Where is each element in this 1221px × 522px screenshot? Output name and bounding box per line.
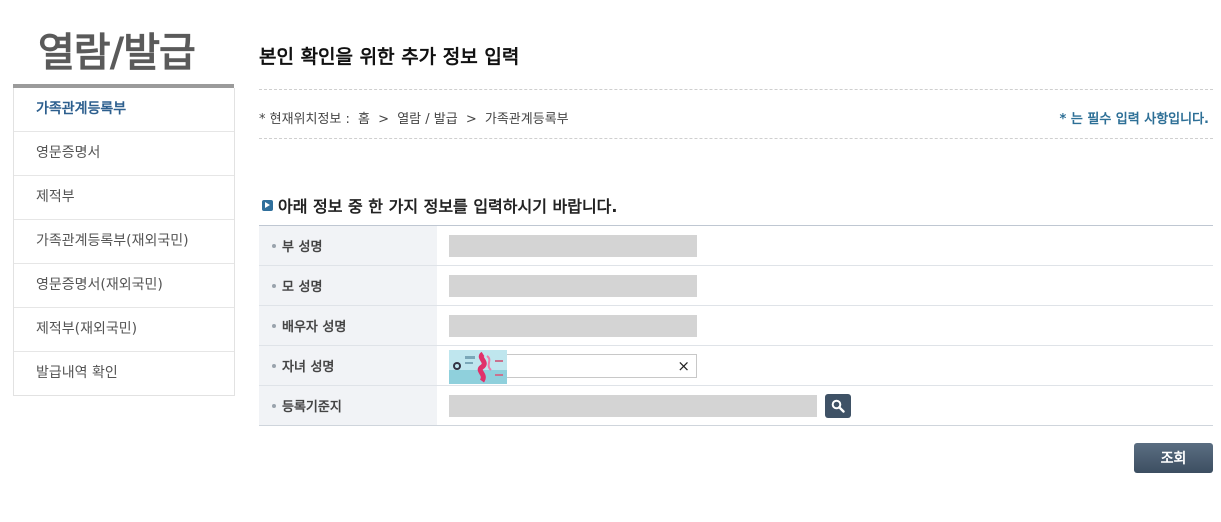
sidebar-item-english-certificate[interactable]: 영문증명서 xyxy=(14,131,234,175)
breadcrumb: * 현재위치정보 : 홈 > 열람 / 발급 > 가족관계등록부 xyxy=(259,108,573,127)
sidebar-item-english-certificate-overseas[interactable]: 영문증명서(재외국민) xyxy=(14,263,234,307)
form-row-registry: 등록기준지 xyxy=(259,386,1213,426)
form-row-spouse: 배우자 성명 xyxy=(259,306,1213,346)
child-name-label: 자녀 성명 xyxy=(282,360,335,375)
breadcrumb-separator: > xyxy=(465,112,477,127)
sidebar-item-removed-register-overseas[interactable]: 제적부(재외국민) xyxy=(14,307,234,351)
bullet-dot-icon xyxy=(272,243,276,248)
required-note: * 는 필수 입력 사항입니다. xyxy=(1059,112,1209,127)
registry-base-input[interactable] xyxy=(449,394,817,417)
sidebar-item-issuance-history[interactable]: 발급내역 확인 xyxy=(14,351,234,395)
form-row-father: 부 성명 xyxy=(259,226,1213,266)
spouse-name-input[interactable] xyxy=(449,314,697,337)
breadcrumb-prefix: * 현재위치정보 : xyxy=(259,112,350,127)
page-title: 본인 확인을 위한 추가 정보 입력 xyxy=(259,46,520,68)
submit-button[interactable]: 조회 xyxy=(1134,443,1213,473)
sidebar-item-family-register[interactable]: 가족관계등록부 xyxy=(14,88,234,131)
form-row-mother: 모 성명 xyxy=(259,266,1213,306)
info-form: 부 성명 모 성명 배우자 성명 자녀 성명 × 등록기준지 xyxy=(259,225,1213,426)
registry-base-label: 등록기준지 xyxy=(282,400,342,415)
sidebar-item-removed-register[interactable]: 제적부 xyxy=(14,175,234,219)
bullet-dot-icon xyxy=(272,283,276,288)
child-name-input[interactable]: × xyxy=(449,349,697,384)
bullet-dot-icon xyxy=(272,403,276,408)
spouse-name-label: 배우자 성명 xyxy=(282,320,347,335)
bullet-dot-icon xyxy=(272,363,276,368)
father-name-label: 부 성명 xyxy=(282,240,323,255)
sidebar-item-family-register-overseas[interactable]: 가족관계등록부(재외국민) xyxy=(14,219,234,263)
search-button[interactable] xyxy=(825,393,851,418)
section-title: 아래 정보 중 한 가지 정보를 입력하시기 바랍니다. xyxy=(262,193,617,217)
section-title-text: 아래 정보 중 한 가지 정보를 입력하시기 바랍니다. xyxy=(278,197,618,216)
title-divider xyxy=(259,89,1213,90)
thumbnail-image xyxy=(449,349,507,384)
magnifier-icon xyxy=(831,399,845,413)
close-icon[interactable]: × xyxy=(677,355,690,377)
breadcrumb-home[interactable]: 홈 xyxy=(358,112,370,127)
mother-name-label: 모 성명 xyxy=(282,280,323,295)
breadcrumb-separator: > xyxy=(378,112,390,127)
breadcrumb-view-issue[interactable]: 열람 / 발급 xyxy=(397,112,458,127)
breadcrumb-divider xyxy=(259,138,1213,139)
form-row-child: 자녀 성명 × xyxy=(259,346,1213,386)
father-name-input[interactable] xyxy=(449,234,697,257)
arrow-bullet-icon xyxy=(262,199,273,211)
sidebar-menu: 가족관계등록부 영문증명서 제적부 가족관계등록부(재외국민) 영문증명서(재외… xyxy=(13,88,235,396)
breadcrumb-current: 가족관계등록부 xyxy=(484,112,569,127)
mother-name-input[interactable] xyxy=(449,274,697,297)
sidebar-title: 열람/발급 xyxy=(38,30,196,76)
bullet-dot-icon xyxy=(272,323,276,328)
